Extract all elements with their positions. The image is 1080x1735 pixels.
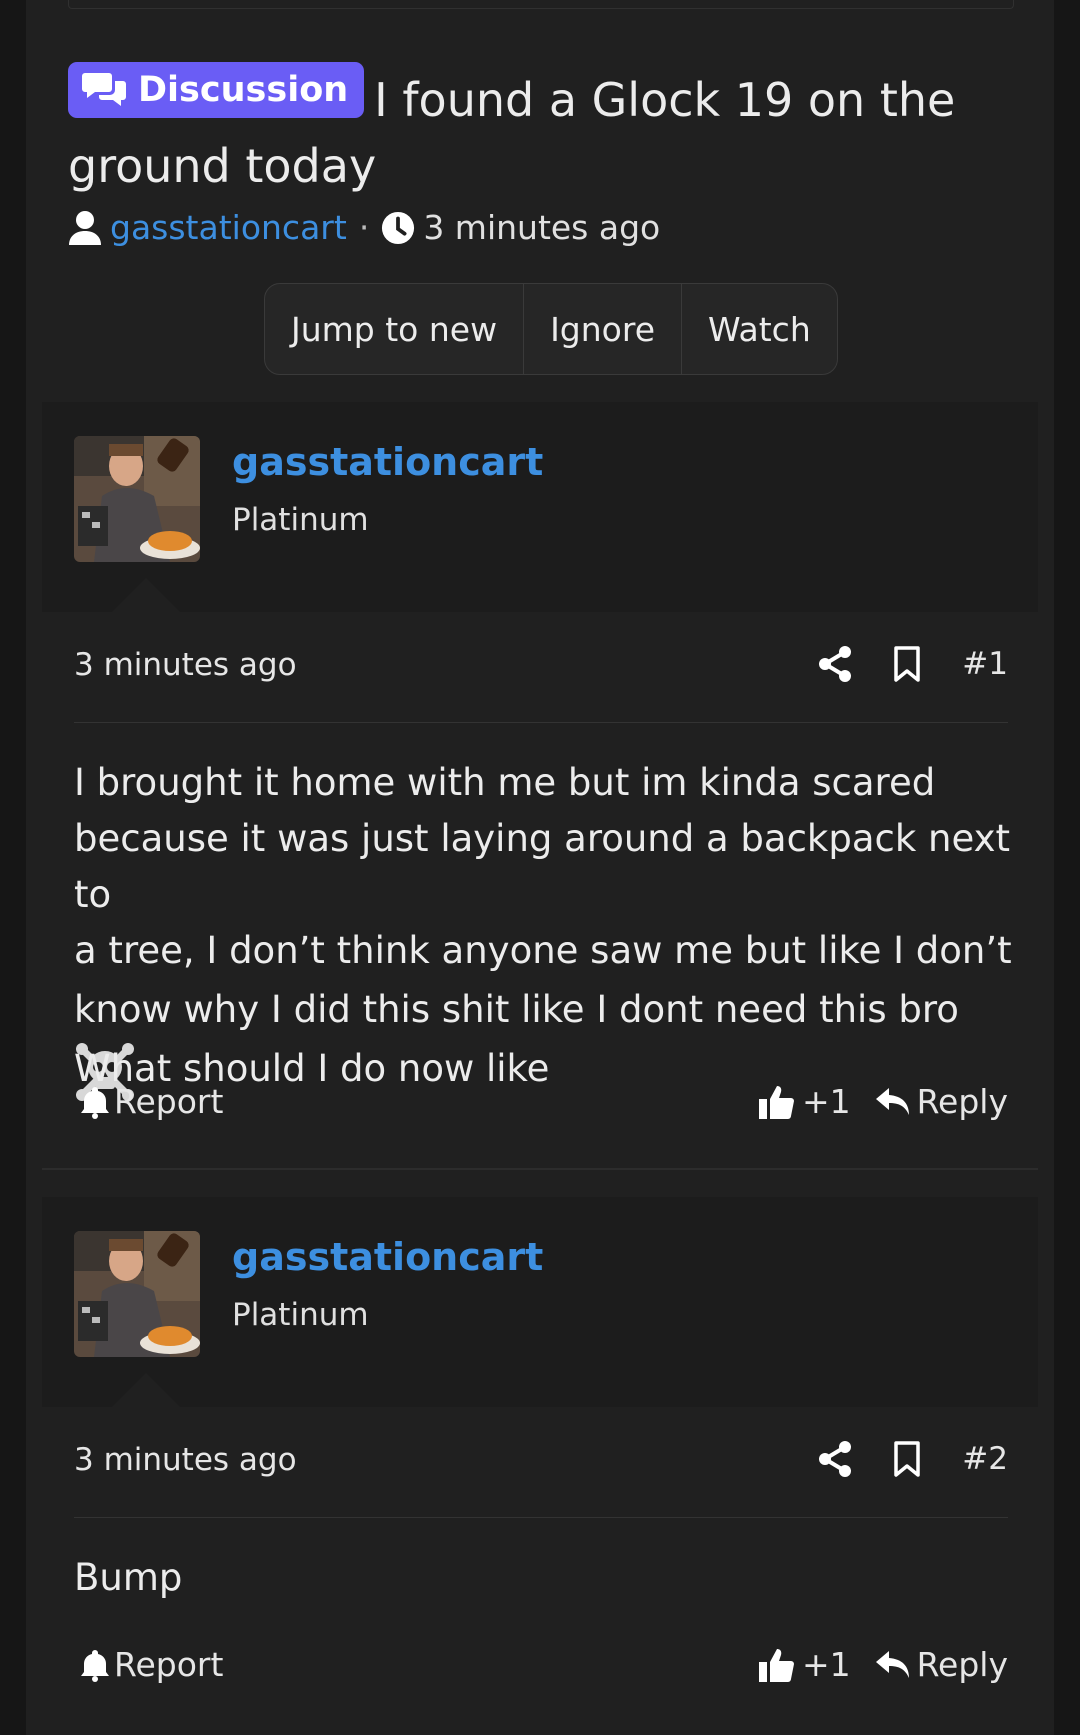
bookmark-icon[interactable] bbox=[890, 1441, 924, 1477]
post-2: gasstationcart Platinum 3 minutes ago #2… bbox=[42, 1197, 1038, 1735]
post-time[interactable]: 3 minutes ago bbox=[74, 1442, 297, 1478]
report-label: Report bbox=[114, 1082, 224, 1121]
watch-button[interactable]: Watch bbox=[682, 284, 837, 374]
user-icon bbox=[69, 210, 101, 245]
post-body-line: Bump bbox=[74, 1556, 183, 1599]
post-separator bbox=[42, 1168, 1038, 1170]
post-username[interactable]: gasstationcart bbox=[232, 1235, 543, 1279]
post-pointer bbox=[112, 1373, 180, 1407]
divider bbox=[74, 722, 1008, 723]
thread-meta: gasstationcart · 3 minutes ago bbox=[68, 208, 660, 247]
post-1: gasstationcart Platinum 3 minutes ago #1… bbox=[42, 402, 1038, 1167]
clock-icon bbox=[382, 211, 415, 244]
bookmark-icon[interactable] bbox=[890, 646, 924, 682]
meta-separator: · bbox=[358, 208, 370, 247]
post-username[interactable]: gasstationcart bbox=[232, 440, 543, 484]
post-pointer bbox=[112, 578, 180, 612]
post-user-header: gasstationcart Platinum bbox=[42, 1197, 1038, 1407]
thumbs-up-icon bbox=[759, 1648, 794, 1682]
post-tools: #2 bbox=[818, 1441, 1008, 1477]
post-body: I brought it home with me but im kinda s… bbox=[74, 755, 1014, 1101]
post-tools: #1 bbox=[818, 646, 1008, 682]
post-actions: Report +1 Reply bbox=[74, 1645, 1008, 1695]
post-body-line: know why I did this shit like I dont nee… bbox=[74, 988, 959, 1031]
reply-button[interactable]: Reply bbox=[875, 1645, 1008, 1684]
thread-header: Discussion I found a Glock 19 on the grou… bbox=[68, 62, 1012, 199]
ignore-button[interactable]: Ignore bbox=[524, 284, 682, 374]
post-number[interactable]: #1 bbox=[962, 646, 1008, 682]
thread-action-buttons: Jump to new Ignore Watch bbox=[264, 283, 838, 375]
bell-icon bbox=[81, 1086, 109, 1119]
like-button[interactable]: +1 bbox=[758, 1082, 851, 1121]
thread-time[interactable]: 3 minutes ago bbox=[423, 208, 660, 247]
user-rank: Platinum bbox=[232, 1297, 369, 1333]
post-body-line: I brought it home with me but im kinda s… bbox=[74, 761, 936, 804]
share-icon[interactable] bbox=[818, 646, 852, 682]
reply-label: Reply bbox=[916, 1645, 1008, 1684]
avatar[interactable] bbox=[74, 436, 200, 562]
post-time[interactable]: 3 minutes ago bbox=[74, 647, 297, 683]
report-label: Report bbox=[114, 1645, 224, 1684]
post-body-line-wrap: know why I did this shit like I dont nee… bbox=[74, 979, 1014, 1101]
bell-icon bbox=[81, 1649, 109, 1682]
thumbs-up-icon bbox=[759, 1085, 794, 1119]
post-body-line: because it was just laying around a back… bbox=[74, 817, 1011, 916]
thread-page: Discussion I found a Glock 19 on the grou… bbox=[26, 0, 1054, 1735]
post-actions: Report +1 Reply bbox=[74, 1082, 1008, 1132]
report-button[interactable]: Report bbox=[80, 1645, 223, 1684]
discussion-prefix-badge[interactable]: Discussion bbox=[68, 62, 365, 118]
reply-arrow-icon bbox=[875, 1650, 909, 1678]
like-button[interactable]: +1 bbox=[758, 1645, 851, 1684]
reply-label: Reply bbox=[916, 1082, 1008, 1121]
avatar[interactable] bbox=[74, 1231, 200, 1357]
divider bbox=[74, 1517, 1008, 1518]
like-count: +1 bbox=[802, 1082, 851, 1121]
top-container-edge bbox=[68, 0, 1014, 9]
post-body: Bump bbox=[74, 1550, 1014, 1606]
jump-to-new-button[interactable]: Jump to new bbox=[265, 284, 525, 374]
share-icon[interactable] bbox=[818, 1441, 852, 1477]
post-number[interactable]: #2 bbox=[962, 1441, 1008, 1477]
thread-author-link[interactable]: gasstationcart bbox=[110, 208, 347, 247]
thread-title: Discussion I found a Glock 19 on the grou… bbox=[68, 62, 1012, 199]
report-button[interactable]: Report bbox=[80, 1082, 223, 1121]
reply-button[interactable]: Reply bbox=[875, 1082, 1008, 1121]
post-user-header: gasstationcart Platinum bbox=[42, 402, 1038, 612]
user-rank: Platinum bbox=[232, 502, 369, 538]
reply-arrow-icon bbox=[875, 1087, 909, 1115]
chat-bubbles-icon bbox=[82, 73, 126, 106]
post-body-line: a tree, I don’t think anyone saw me but … bbox=[74, 929, 1012, 972]
prefix-label: Discussion bbox=[138, 70, 349, 110]
like-count: +1 bbox=[802, 1645, 851, 1684]
